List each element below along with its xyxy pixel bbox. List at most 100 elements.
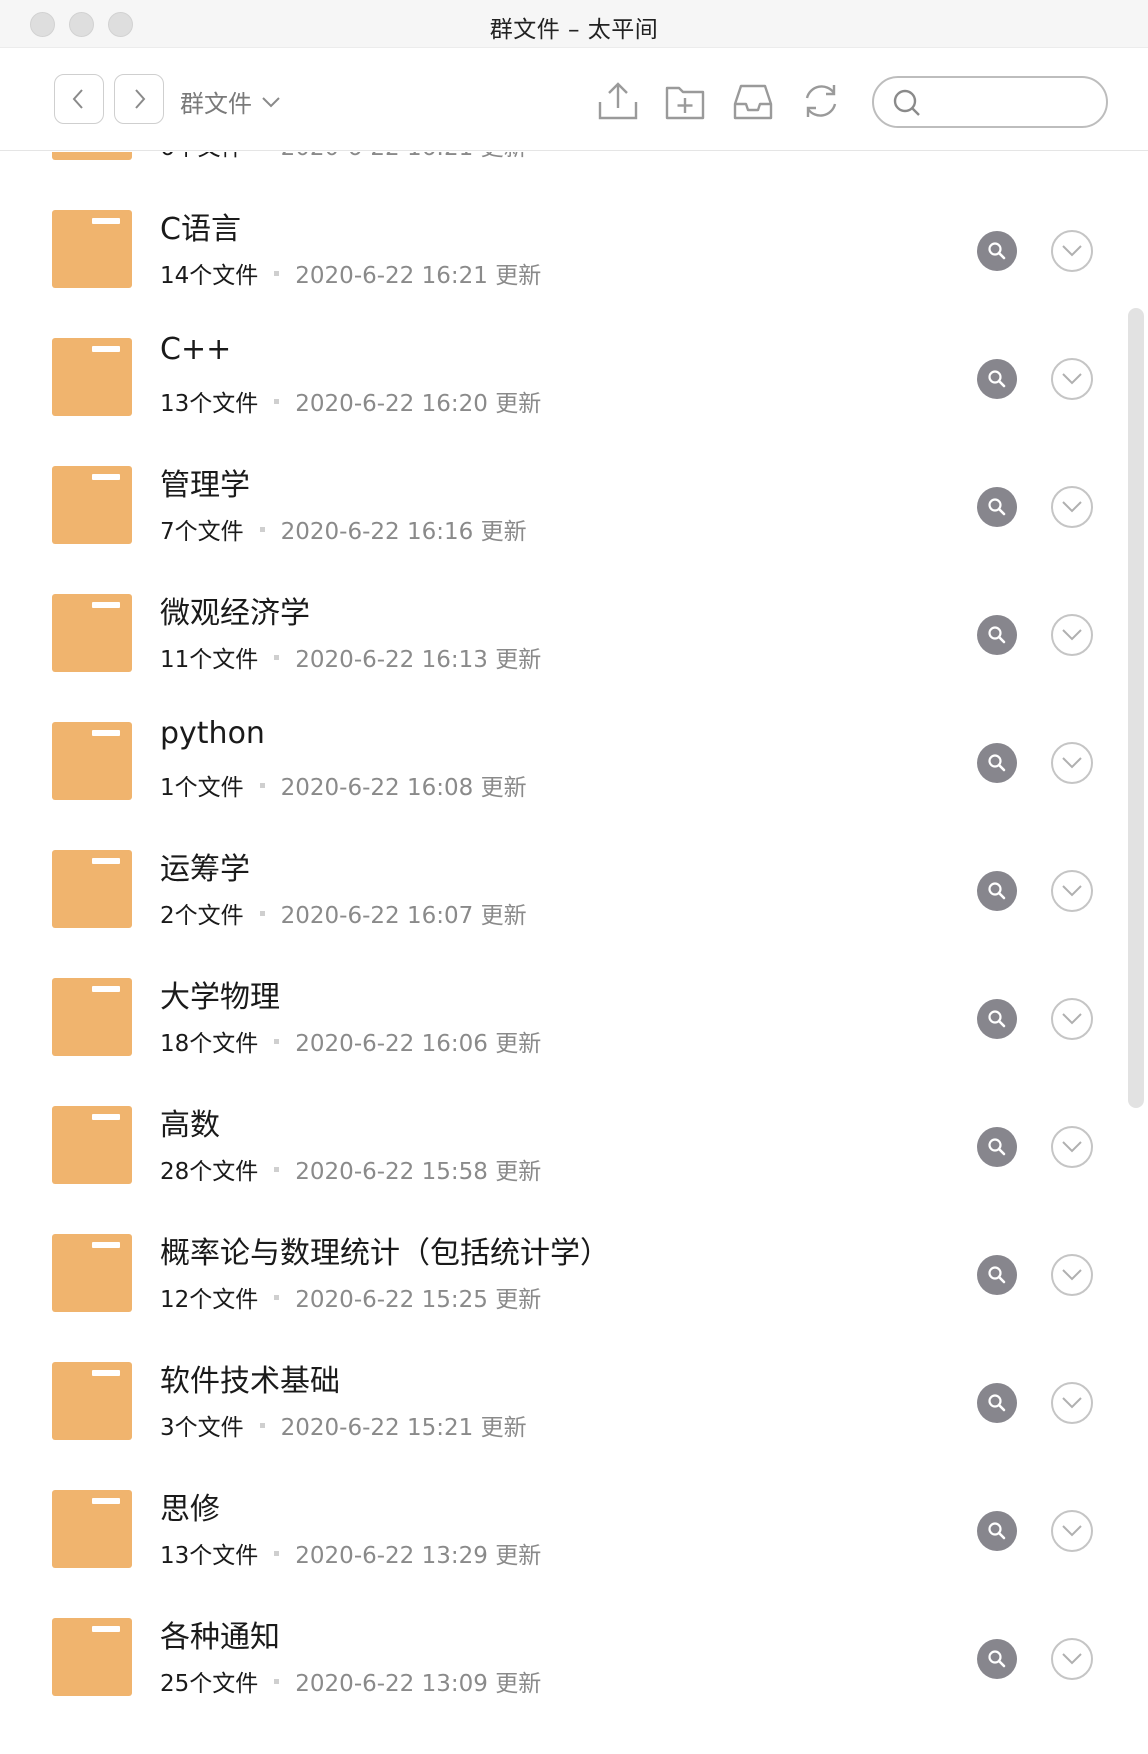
- chevron-down-icon: [1062, 629, 1082, 641]
- folder-meta: 12个文件 2020-6-22 15:25 更新: [160, 1280, 541, 1314]
- preview-button[interactable]: [977, 1255, 1017, 1295]
- file-count: 7个文件: [160, 519, 244, 545]
- folder-meta: 11个文件 2020-6-22 16:13 更新: [160, 640, 541, 674]
- file-count: 1个文件: [160, 775, 244, 801]
- folder-name: 微观经济学: [160, 596, 310, 631]
- folder-icon: [52, 850, 132, 928]
- preview-button[interactable]: [977, 743, 1017, 783]
- magnifier-icon: [988, 370, 1006, 388]
- chevron-down-icon: [1062, 1525, 1082, 1537]
- file-count: 6个文件: [160, 152, 244, 162]
- chevron-down-icon: [1062, 885, 1082, 897]
- folder-row-10[interactable]: 软件技术基础 3个文件 2020-6-22 15:21 更新: [0, 1338, 1120, 1466]
- updated-date: 2020-6-22 15:25 更新: [295, 1287, 542, 1313]
- folder-meta: 6个文件 2020-6-22 16:21 更新: [160, 152, 527, 162]
- folder-name: 高数: [160, 1108, 220, 1143]
- more-options-button[interactable]: [1051, 230, 1093, 272]
- file-list: 6个文件 2020-6-22 16:21 更新 C语言 14个文件 2020-6…: [0, 152, 1120, 1754]
- preview-button[interactable]: [977, 1383, 1017, 1423]
- chevron-down-icon: [1062, 1269, 1082, 1281]
- preview-button[interactable]: [977, 359, 1017, 399]
- more-options-button[interactable]: [1051, 742, 1093, 784]
- forward-button[interactable]: [114, 74, 164, 124]
- folder-row-8[interactable]: 高数 28个文件 2020-6-22 15:58 更新: [0, 1082, 1120, 1210]
- chevron-down-icon: [1062, 1141, 1082, 1153]
- folder-icon: [52, 338, 132, 416]
- folder-row-0[interactable]: 6个文件 2020-6-22 16:21 更新: [0, 152, 1120, 186]
- search-box[interactable]: [872, 76, 1108, 128]
- upload-icon: [598, 82, 638, 120]
- separator-dot: [259, 910, 265, 916]
- separator-dot: [274, 1294, 280, 1300]
- chevron-down-icon: [1062, 757, 1082, 769]
- updated-date: 2020-6-22 16:20 更新: [295, 391, 542, 417]
- folder-icon: [52, 1106, 132, 1184]
- folder-row-1[interactable]: C语言 14个文件 2020-6-22 16:21 更新: [0, 186, 1120, 314]
- more-options-button[interactable]: [1051, 1510, 1093, 1552]
- folder-row-5[interactable]: python 1个文件 2020-6-22 16:08 更新: [0, 698, 1120, 826]
- folder-meta: 18个文件 2020-6-22 16:06 更新: [160, 1024, 541, 1058]
- preview-button[interactable]: [977, 615, 1017, 655]
- folder-row-3[interactable]: 管理学 7个文件 2020-6-22 16:16 更新: [0, 442, 1120, 570]
- inbox-button[interactable]: [730, 78, 776, 124]
- more-options-button[interactable]: [1051, 614, 1093, 656]
- preview-button[interactable]: [977, 231, 1017, 271]
- folder-name: C语言: [160, 212, 241, 247]
- magnifier-icon: [988, 498, 1006, 516]
- folder-icon: [52, 152, 132, 160]
- updated-date: 2020-6-22 16:08 更新: [280, 775, 527, 801]
- more-options-button[interactable]: [1051, 1638, 1093, 1680]
- chevron-down-icon: [1062, 245, 1082, 257]
- file-count: 14个文件: [160, 263, 259, 289]
- folder-row-11[interactable]: 思修 13个文件 2020-6-22 13:29 更新: [0, 1466, 1120, 1594]
- more-options-button[interactable]: [1051, 1126, 1093, 1168]
- refresh-icon: [805, 85, 837, 117]
- scrollbar-thumb[interactable]: [1128, 308, 1144, 1108]
- folder-name: 软件技术基础: [160, 1364, 340, 1399]
- magnifier-icon: [988, 626, 1006, 644]
- upload-button[interactable]: [595, 78, 641, 124]
- folder-row-6[interactable]: 运筹学 2个文件 2020-6-22 16:07 更新: [0, 826, 1120, 954]
- folder-row-7[interactable]: 大学物理 18个文件 2020-6-22 16:06 更新: [0, 954, 1120, 1082]
- folder-row-12[interactable]: 各种通知 25个文件 2020-6-22 13:09 更新: [0, 1594, 1120, 1722]
- folder-name: 运筹学: [160, 852, 250, 887]
- chevron-down-icon: [1062, 501, 1082, 513]
- preview-button[interactable]: [977, 1511, 1017, 1551]
- refresh-button[interactable]: [798, 78, 844, 124]
- preview-button[interactable]: [977, 487, 1017, 527]
- magnifier-icon: [988, 242, 1006, 260]
- chevron-right-icon: [135, 89, 146, 109]
- separator-dot: [274, 1038, 280, 1044]
- preview-button[interactable]: [977, 871, 1017, 911]
- back-button[interactable]: [54, 74, 104, 124]
- more-options-button[interactable]: [1051, 998, 1093, 1040]
- search-input[interactable]: [934, 86, 1094, 118]
- chevron-down-icon: [1062, 1653, 1082, 1665]
- separator-dot: [274, 270, 280, 276]
- more-options-button[interactable]: [1051, 1382, 1093, 1424]
- breadcrumb-dropdown[interactable]: 群文件: [180, 84, 282, 119]
- folder-meta: 7个文件 2020-6-22 16:16 更新: [160, 512, 527, 546]
- more-options-button[interactable]: [1051, 1254, 1093, 1296]
- folder-row-2[interactable]: C++ 13个文件 2020-6-22 16:20 更新: [0, 314, 1120, 442]
- folder-name: C++: [160, 332, 232, 367]
- folder-row-9[interactable]: 概率论与数理统计（包括统计学） 12个文件 2020-6-22 15:25 更新: [0, 1210, 1120, 1338]
- folder-row-4[interactable]: 微观经济学 11个文件 2020-6-22 16:13 更新: [0, 570, 1120, 698]
- preview-button[interactable]: [977, 999, 1017, 1039]
- updated-date: 2020-6-22 16:21 更新: [281, 152, 527, 162]
- new-folder-button[interactable]: [662, 78, 708, 124]
- magnifier-icon: [988, 882, 1006, 900]
- preview-button[interactable]: [977, 1127, 1017, 1167]
- file-count: 3个文件: [160, 1415, 244, 1441]
- separator-dot: [259, 526, 265, 532]
- toolbar: 群文件: [0, 48, 1148, 151]
- preview-button[interactable]: [977, 1639, 1017, 1679]
- folder-icon: [52, 1490, 132, 1568]
- window-title: 群文件 – 太平间: [489, 17, 659, 43]
- file-count: 28个文件: [160, 1159, 259, 1185]
- updated-date: 2020-6-22 16:06 更新: [295, 1031, 542, 1057]
- more-options-button[interactable]: [1051, 358, 1093, 400]
- folder-icon: [52, 210, 132, 288]
- more-options-button[interactable]: [1051, 870, 1093, 912]
- more-options-button[interactable]: [1051, 486, 1093, 528]
